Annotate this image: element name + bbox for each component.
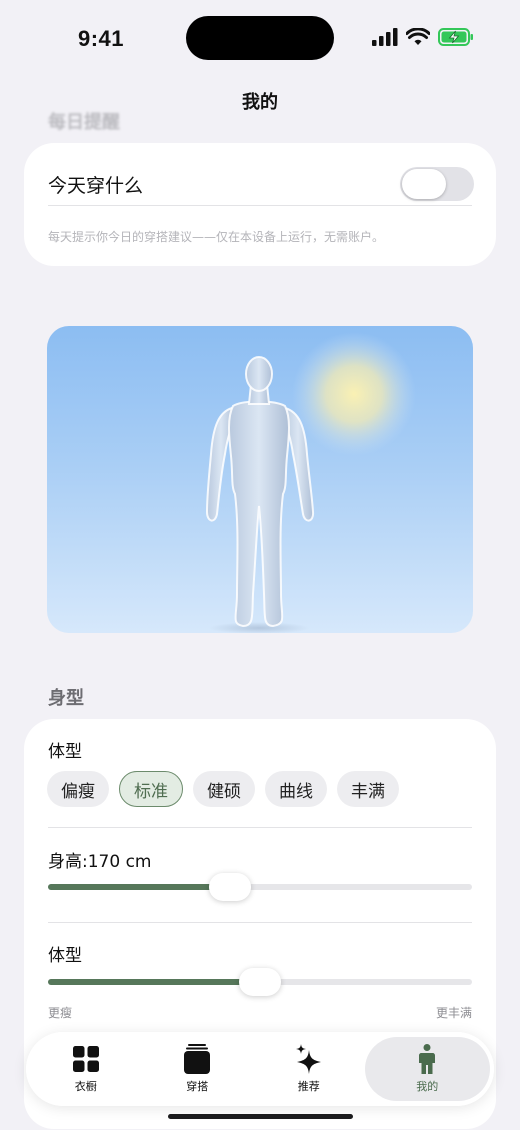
body-type-options: 偏瘦 标准 健硕 曲线 丰满: [47, 771, 399, 807]
shape-slider-thumb[interactable]: [239, 968, 281, 996]
tab-outfits[interactable]: 穿搭: [142, 1037, 254, 1101]
tab-label: 穿搭: [186, 1080, 209, 1093]
tab-label: 衣橱: [74, 1080, 97, 1093]
wifi-icon: [406, 28, 430, 45]
status-time: 9:41: [78, 26, 125, 51]
shape-scale-max: 更丰满: [435, 1006, 472, 1020]
cellular-signal-icon: [372, 28, 398, 46]
reminder-toggle[interactable]: [400, 167, 474, 201]
body-type-chip-athletic[interactable]: 健硕: [193, 771, 255, 807]
tab-bar: 衣橱 穿搭 推荐 我的: [26, 1032, 494, 1106]
body-type-chip-full[interactable]: 丰满: [337, 771, 399, 807]
battery-charging-icon: [438, 28, 473, 46]
shape-label: 体型: [48, 946, 82, 966]
height-slider-thumb[interactable]: [209, 873, 252, 901]
body-type-chip-slim[interactable]: 偏瘦: [47, 771, 109, 807]
divider: [48, 205, 472, 206]
shape-scale-min: 更瘦: [48, 1006, 73, 1020]
height-slider[interactable]: [48, 873, 472, 901]
daily-reminder-card: 今天穿什么 每天提示你今日的穿搭建议——仅在本设备上运行，无需账户。: [24, 143, 496, 266]
outfit-stack-icon: [182, 1044, 212, 1074]
height-label: 身高:170 cm: [48, 852, 152, 872]
reminder-section-title: 每日提醒: [48, 112, 120, 133]
body-type-label: 体型: [48, 742, 82, 762]
body-type-chip-curvy[interactable]: 曲线: [265, 771, 327, 807]
status-bar: 9:41: [0, 0, 520, 70]
tab-label: 我的: [416, 1080, 439, 1093]
avatar-figure-illustration: [205, 332, 416, 633]
sparkles-icon: [294, 1044, 324, 1074]
divider: [48, 922, 472, 923]
shape-slider[interactable]: [48, 968, 472, 996]
home-indicator: [168, 1114, 353, 1119]
person-icon: [412, 1044, 442, 1074]
reminder-label: 今天穿什么: [48, 174, 144, 197]
status-icons: [372, 28, 474, 46]
toggle-knob: [402, 169, 446, 199]
tab-me[interactable]: 我的: [364, 1037, 490, 1101]
tab-wardrobe[interactable]: 衣橱: [30, 1037, 142, 1101]
reminder-row: 今天穿什么: [48, 163, 474, 205]
body-type-chip-standard[interactable]: 标准: [119, 771, 183, 807]
tab-label: 推荐: [297, 1080, 320, 1093]
dynamic-island: [186, 16, 334, 60]
slider-fill: [48, 884, 231, 890]
body-section-title: 身型: [48, 688, 84, 709]
slider-fill: [48, 979, 260, 985]
grid-icon: [71, 1044, 101, 1074]
divider: [48, 827, 472, 828]
tab-recommend[interactable]: 推荐: [253, 1037, 365, 1101]
body-avatar-preview: [47, 326, 473, 633]
reminder-note: 每天提示你今日的穿搭建议——仅在本设备上运行，无需账户。: [48, 230, 385, 244]
